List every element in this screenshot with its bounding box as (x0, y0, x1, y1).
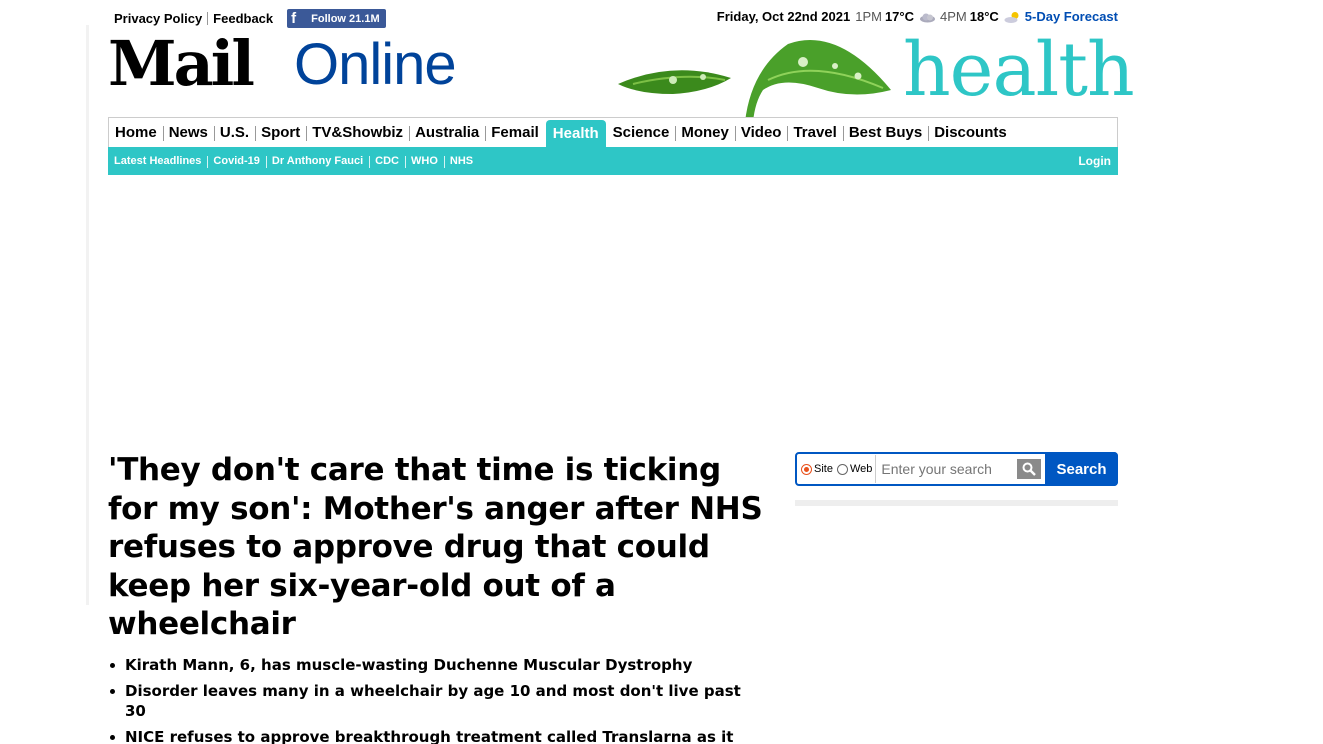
nav-item-video[interactable]: Video (734, 118, 788, 147)
nav-item-australia[interactable]: Australia (409, 118, 485, 147)
nav-item-discounts[interactable]: Discounts (928, 118, 1013, 147)
subnav-item-cdc[interactable]: CDC (369, 155, 405, 168)
main-nav: Home News U.S. Sport TV&Showbiz Australi… (108, 117, 1118, 147)
divider (875, 455, 877, 483)
feedback-link[interactable]: Feedback (213, 11, 273, 26)
weather-bar: Friday, Oct 22nd 2021 1PM 17°C 4PM 18°C … (717, 9, 1118, 24)
sidebar-divider (795, 500, 1118, 506)
nav-item-travel[interactable]: Travel (787, 118, 842, 147)
forecast-temp-2: 18°C (969, 9, 999, 24)
search-button[interactable]: Search (1045, 452, 1118, 486)
mail-logo[interactable]: Mail (108, 30, 255, 98)
nav-item-tvshowbiz[interactable]: TV&Showbiz (306, 118, 409, 147)
sun-cloud-icon (1004, 11, 1021, 23)
search-input[interactable] (881, 461, 1015, 477)
radio-selected-icon (801, 463, 812, 475)
nav-item-news[interactable]: News (162, 118, 214, 147)
forecast-time-2: 4PM (940, 9, 967, 24)
nav-item-science[interactable]: Science (607, 118, 676, 147)
subnav-item-who[interactable]: WHO (405, 155, 444, 168)
nav-item-money[interactable]: Money (675, 118, 735, 147)
subnav-item-dr-anthony-fauci[interactable]: Dr Anthony Fauci (265, 155, 369, 168)
online-logo[interactable]: Online (294, 34, 457, 96)
radio-unselected-icon (836, 463, 848, 475)
article-headline: 'They don't care that time is ticking fo… (108, 452, 763, 642)
health-section-title: health (903, 27, 1135, 113)
search-icon[interactable] (1017, 459, 1042, 479)
article-summary-list: Kirath Mann, 6, has muscle-wasting Duche… (110, 655, 750, 744)
facebook-follow-button[interactable]: f Follow 21.1M (287, 9, 386, 28)
list-item: Kirath Mann, 6, has muscle-wasting Duche… (110, 655, 750, 675)
subnav-item-covid-19[interactable]: Covid-19 (207, 155, 265, 168)
search-web-radio[interactable]: Web (836, 463, 873, 475)
list-item: Disorder leaves many in a wheelchair by … (110, 681, 750, 721)
search-site-radio[interactable]: Site (801, 463, 833, 475)
nav-item-health[interactable]: Health (545, 120, 606, 147)
subnav-item-nhs[interactable]: NHS (443, 155, 479, 168)
nav-item-best-buys[interactable]: Best Buys (842, 118, 928, 147)
nav-item-femail[interactable]: Femail (485, 118, 545, 147)
nav-item-us[interactable]: U.S. (213, 118, 255, 147)
top-bar: Privacy Policy Feedback f Follow 21.1M F… (108, 7, 1118, 28)
site-radio-label: Site (814, 463, 833, 475)
five-day-forecast-link[interactable]: 5-Day Forecast (1025, 9, 1118, 24)
follow-count: Follow 21.1M (311, 12, 380, 25)
list-item: NICE refuses to approve breakthrough tre… (110, 727, 750, 744)
cloud-icon (919, 11, 936, 23)
current-date: Friday, Oct 22nd 2021 (716, 9, 851, 24)
web-radio-label: Web (849, 463, 873, 475)
leaf-illustration (613, 30, 913, 122)
forecast-time-1: 1PM (855, 9, 882, 24)
facebook-icon: f (291, 10, 297, 27)
subnav-item-latest-headlines[interactable]: Latest Headlines (108, 155, 207, 167)
login-link[interactable]: Login (1078, 154, 1111, 168)
sub-nav: Latest Headlines Covid-19 Dr Anthony Fau… (108, 147, 1118, 175)
page-edge-line (86, 25, 89, 605)
forecast-temp-1: 17°C (884, 9, 914, 24)
search-box: Site Web Search (795, 452, 1118, 486)
privacy-policy-link[interactable]: Privacy Policy (114, 11, 202, 26)
nav-item-home[interactable]: Home (109, 118, 163, 147)
nav-item-sport[interactable]: Sport (255, 118, 306, 147)
divider (207, 12, 209, 25)
top-links: Privacy Policy Feedback f Follow 21.1M (114, 9, 386, 28)
